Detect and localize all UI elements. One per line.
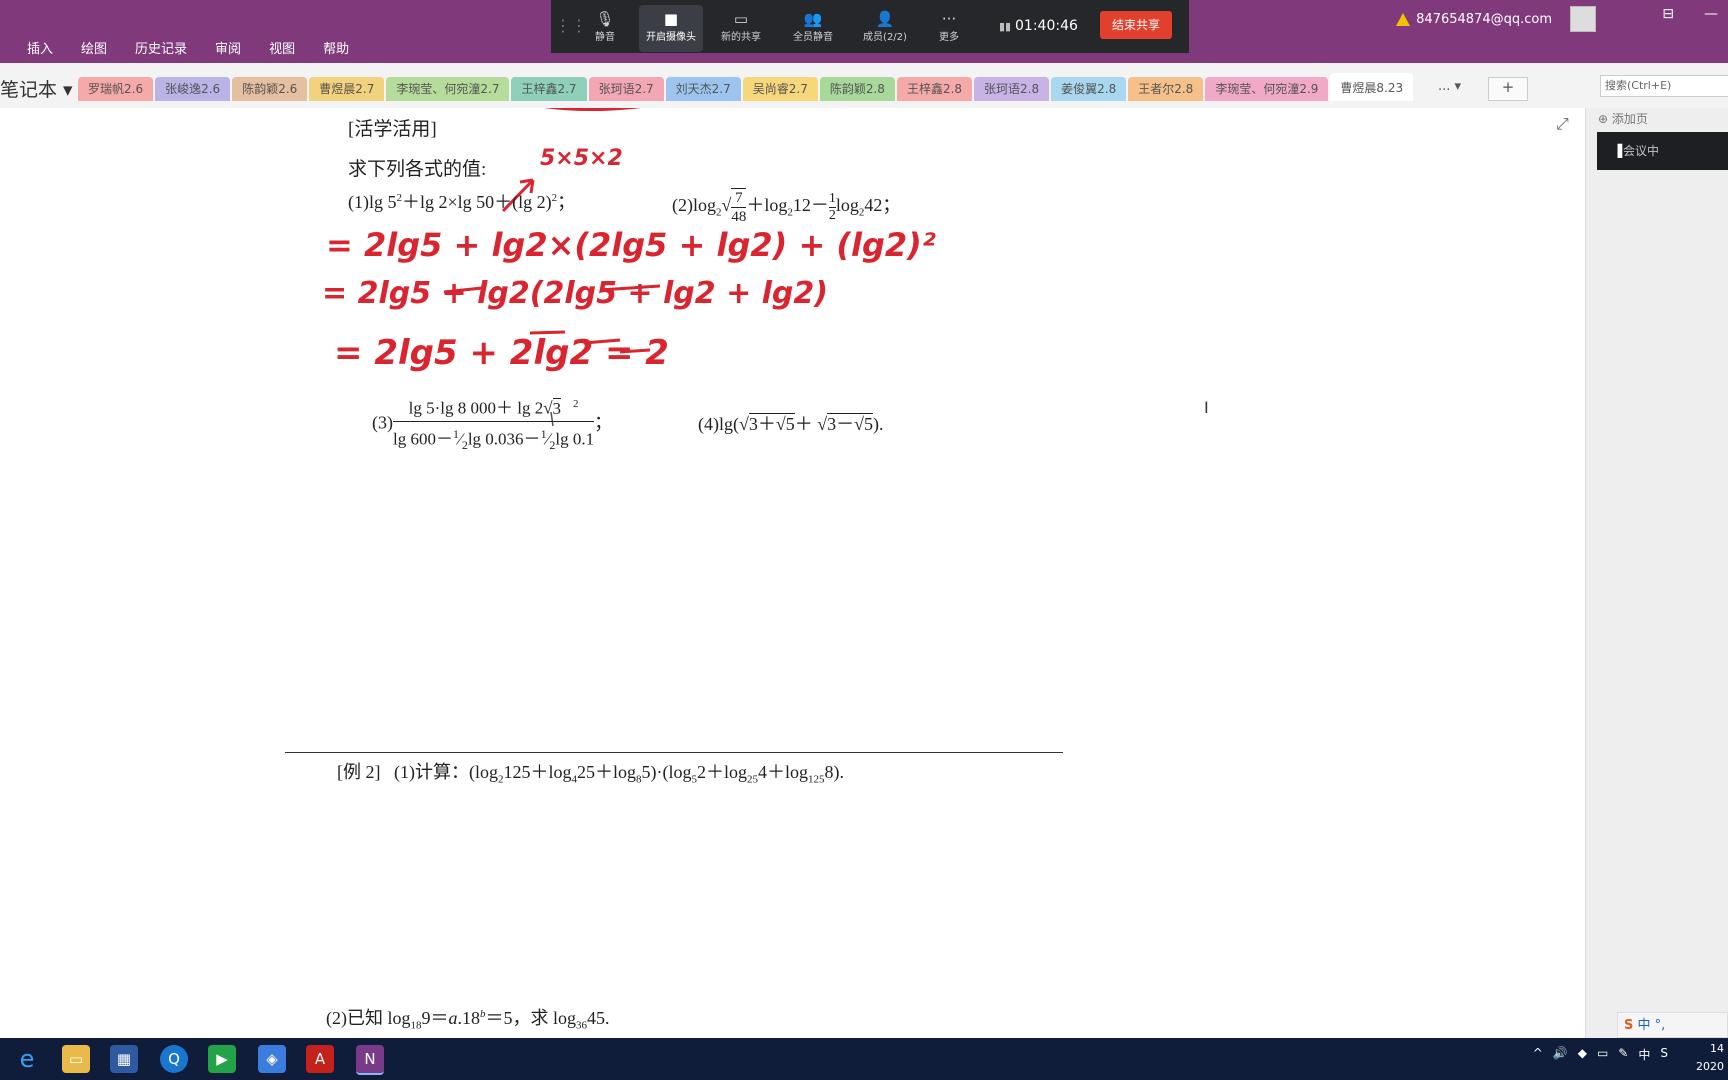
ime-indicator[interactable]: 中 <box>1638 1046 1650 1063</box>
microphone-icon: 🎙 <box>595 10 615 28</box>
members-button[interactable]: 👤 成员(2/2) <box>853 10 917 43</box>
chart-icon: ▐ <box>1613 144 1623 158</box>
sogou-icon: S <box>1624 1018 1634 1033</box>
chevron-up-icon[interactable]: ^ <box>1533 1046 1543 1063</box>
add-page-button[interactable]: ⊕ 添加页 <box>1598 110 1648 127</box>
end-share-button[interactable]: 结束共享 <box>1100 11 1172 39</box>
onenote-icon[interactable]: N <box>356 1045 384 1075</box>
network-icon[interactable]: ▭ <box>1597 1046 1608 1063</box>
example-2-part-1: [例 2] (1)计算：(log2125＋log425＋log85)·(log5… <box>337 762 845 786</box>
menu-draw[interactable]: 绘图 <box>81 38 107 57</box>
camera-icon: ■ <box>663 10 679 28</box>
screen-share-icon: ▭ <box>733 10 749 28</box>
section-tab[interactable]: 张峻逸2.6 <box>155 77 231 101</box>
meeting-timer: 01:40:46 <box>1015 18 1078 34</box>
account-email: 847654874@qq.com <box>1416 11 1552 27</box>
search-input[interactable]: 搜索(Ctrl+E) <box>1600 75 1728 97</box>
tabs-overflow-button[interactable]: ... ▾ <box>1438 79 1461 94</box>
section-title: [活学活用] <box>348 119 437 140</box>
edge-browser-icon[interactable]: e <box>13 1045 41 1073</box>
file-explorer-icon[interactable]: ▭ <box>62 1045 90 1073</box>
section-tabs: 罗瑞帆2.6 张峻逸2.6 陈韵颖2.6 曹煜晨2.7 李琬莹、何宛潼2.7 王梓鑫2.7… <box>78 73 1415 101</box>
note-page[interactable]: ⤢ [活学活用] 求下列各式的值: 5×5×2 (1)lg 52＋lg 2×lg… <box>0 108 1585 1038</box>
section-tab[interactable]: 罗瑞帆2.6 <box>78 77 154 101</box>
ink-annotation: 5×5×2 <box>540 146 623 171</box>
text-cursor-icon: I <box>1204 398 1209 417</box>
pdf-reader-icon[interactable]: A <box>306 1045 334 1073</box>
section-tab[interactable]: 陈韵颖2.6 <box>232 77 308 101</box>
section-tab[interactable]: 曹煜晨2.7 <box>309 77 385 101</box>
media-player-icon[interactable]: ▶ <box>208 1045 236 1073</box>
sogou-tray-icon[interactable]: S <box>1660 1046 1668 1063</box>
ribbon-display-icon[interactable]: ⊟ <box>1662 6 1674 22</box>
ink-step-2: = 2lg5 + lg2(2lg5 + lg2 + lg2) <box>322 276 828 311</box>
ime-toolbar[interactable]: S 中 °, <box>1617 1012 1728 1038</box>
system-tray: ^ 🔊 ◆ ▭ ✎ 中 S <box>1533 1046 1668 1063</box>
section-tab[interactable]: 李琬莹、何宛潼2.9 <box>1205 77 1329 101</box>
more-icon: ··· <box>941 10 957 28</box>
section-tab[interactable]: 陈韵颖2.8 <box>819 77 895 101</box>
qq-browser-icon[interactable]: Q <box>160 1045 188 1073</box>
problem-4: (4)lg(√3＋√5＋ √3－√5). <box>698 413 884 434</box>
minimize-icon[interactable]: — <box>1704 6 1718 22</box>
meeting-status[interactable]: ▐ 会议中 <box>1597 132 1728 170</box>
mute-all-button[interactable]: 👥 全员静音 <box>781 10 845 43</box>
shield-icon[interactable]: ◆ <box>1578 1046 1587 1063</box>
camera-button[interactable]: ■ 开启摄像头 <box>639 5 703 52</box>
problem-2: (2)log2√ 7 48＋log212－ 1 2log242； <box>672 188 901 225</box>
menu-help[interactable]: 帮助 <box>323 38 349 57</box>
more-button[interactable]: ··· 更多 <box>917 10 981 43</box>
add-section-button[interactable]: + <box>1488 77 1528 101</box>
example-2-part-2: (2)已知 log189＝a.18b＝5，求 log3645. <box>326 1008 610 1032</box>
ink-step-3: = 2lg5 + 2lg2 = 2 <box>334 333 669 373</box>
menu-view[interactable]: 视图 <box>269 38 295 57</box>
taskbar: e ▭ ▦ Q ▶ ◈ A N ^ 🔊 ◆ ▭ ✎ 中 S 14 2020 <box>0 1038 1728 1080</box>
mute-button[interactable]: 🎙 静音 <box>573 10 637 43</box>
meeting-app-icon[interactable]: ◈ <box>258 1045 286 1073</box>
section-tab[interactable]: 刘天杰2.7 <box>665 77 741 101</box>
ribbon-menu: 插入 绘图 历史记录 审阅 视图 帮助 <box>0 38 349 57</box>
prompt-text: 求下列各式的值: <box>348 159 487 180</box>
section-tab[interactable]: 张珂语2.7 <box>588 77 664 101</box>
section-tab[interactable]: 张珂语2.8 <box>974 77 1050 101</box>
section-tab[interactable]: 吴尚睿2.7 <box>742 77 818 101</box>
section-tab[interactable]: 姜俊翼2.8 <box>1051 77 1127 101</box>
warning-icon <box>1396 12 1411 26</box>
menu-insert[interactable]: 插入 <box>27 38 53 57</box>
store-icon[interactable]: ▦ <box>110 1045 138 1073</box>
new-share-button[interactable]: ▭ 新的共享 <box>709 10 773 43</box>
clock[interactable]: 14 2020 <box>1696 1040 1724 1076</box>
pen-icon[interactable]: ✎ <box>1618 1046 1628 1063</box>
account-area[interactable]: 847654874@qq.com <box>1396 6 1596 32</box>
menu-history[interactable]: 历史记录 <box>135 38 187 57</box>
page-list-panel: ⊕ 添加页 ▐ 会议中 <box>1585 108 1728 1038</box>
section-tab[interactable]: 王梓鑫2.8 <box>896 77 973 101</box>
section-tab[interactable]: 王梓鑫2.7 <box>511 77 587 101</box>
problem-1: (1)lg 52＋lg 2×lg 50＋(lg 2)2； <box>348 192 576 212</box>
signal-icon: ▮▮ <box>999 20 1012 33</box>
section-tab[interactable]: 李琬莹、何宛潼2.7 <box>386 77 510 101</box>
menu-review[interactable]: 审阅 <box>215 38 241 57</box>
problem-3: (3) lg 5·lg 8 000＋ lg 2√3 2 lg 600－1⁄2lg 0.… <box>372 392 612 457</box>
mute-all-icon: 👥 <box>803 10 823 28</box>
meeting-toolbar: ⋮⋮ 🎙 静音 ■ 开启摄像头 ▭ 新的共享 👥 全员静音 👤 成员(2/2) ··· 更多… <box>551 0 1189 53</box>
section-tab[interactable]: 王者尔2.8 <box>1128 77 1204 101</box>
section-tab-row: 笔记本 ▾ 罗瑞帆2.6 张峻逸2.6 陈韵颖2.6 曹煜晨2.7 李琬莹、何宛潼2.7… <box>0 63 1728 108</box>
notebook-title[interactable]: 笔记本 ▾ <box>0 75 73 102</box>
avatar[interactable] <box>1570 6 1596 32</box>
ink-step-1: = 2lg5 + lg2×(2lg5 + lg2) + (lg2)² <box>326 226 936 264</box>
volume-icon[interactable]: 🔊 <box>1553 1046 1568 1063</box>
section-tab[interactable]: 曹煜晨8.23 <box>1330 73 1414 101</box>
members-icon: 👤 <box>875 10 895 28</box>
divider-line <box>285 752 1063 753</box>
